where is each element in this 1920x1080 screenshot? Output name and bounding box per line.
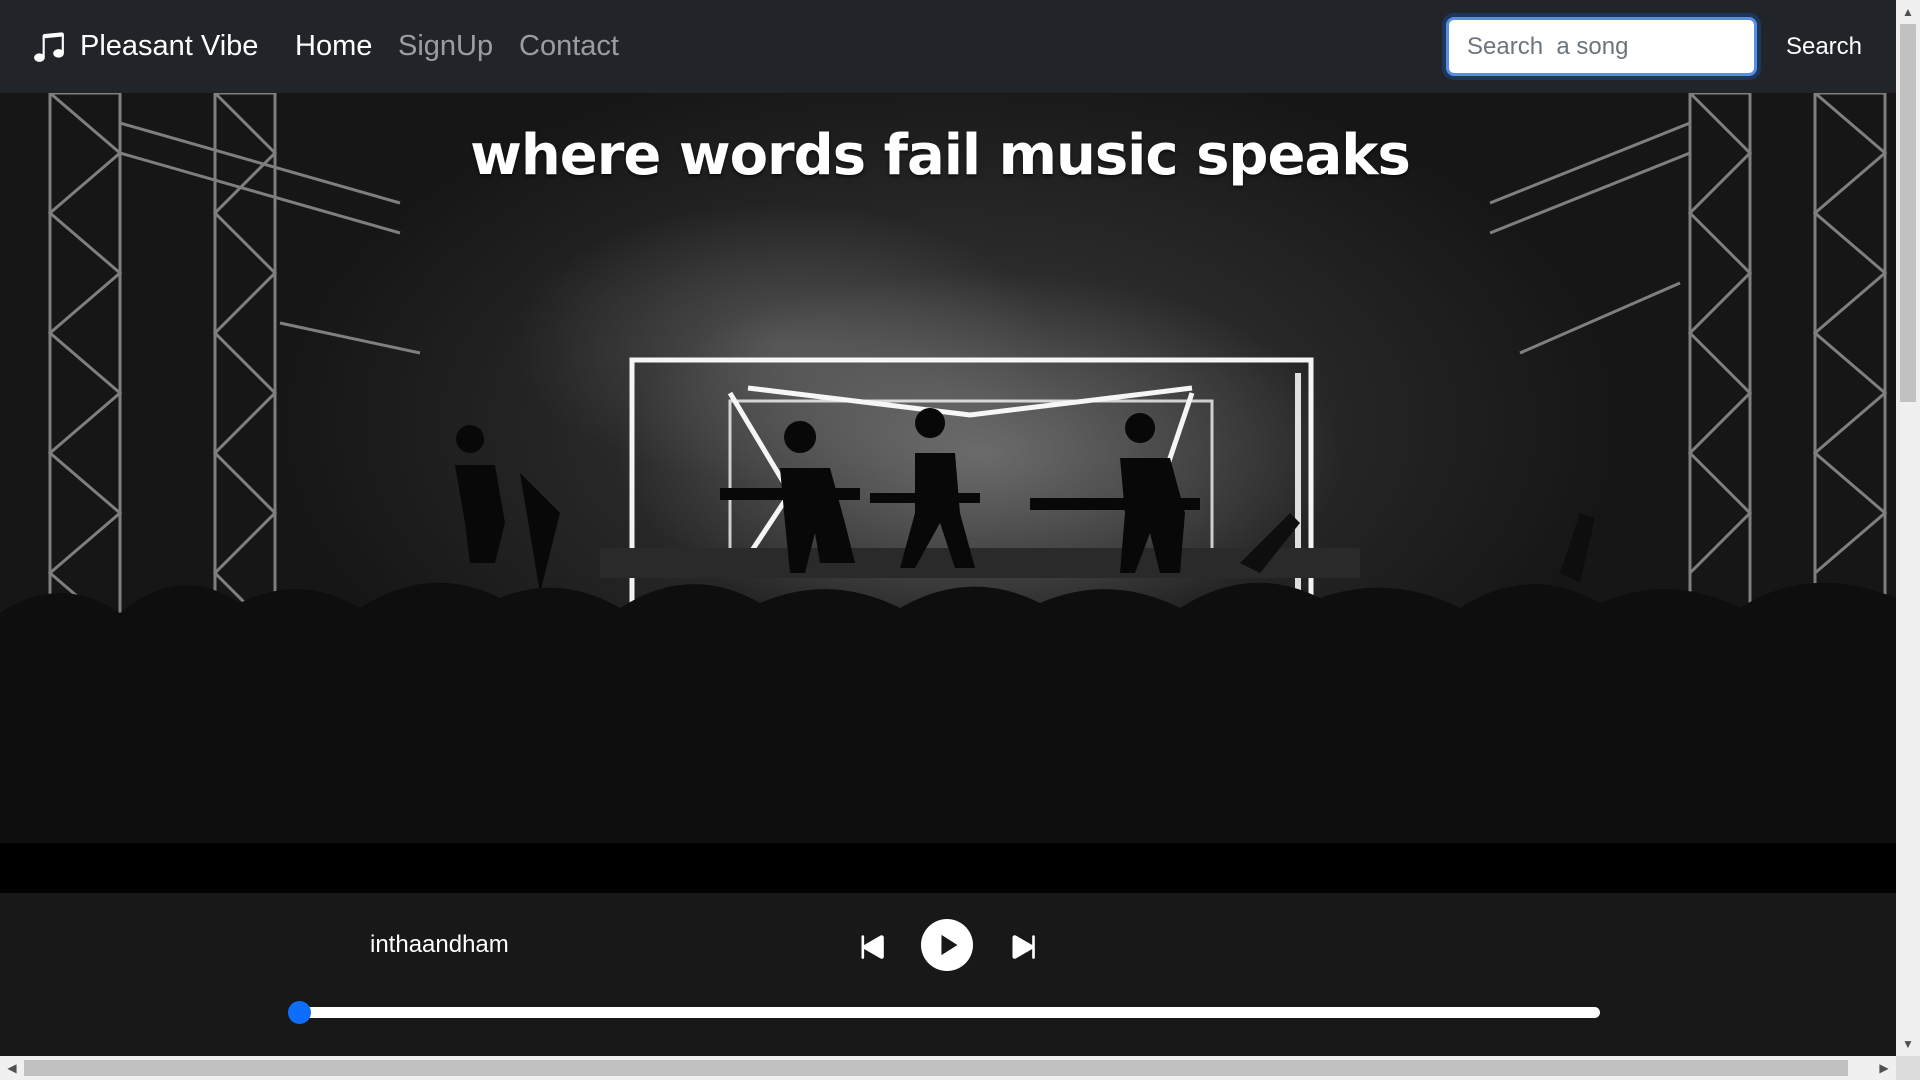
- scrollbar-corner: [1896, 1056, 1920, 1080]
- browser-viewport: Pleasant Vibe Home SignUp Contact Search: [0, 0, 1896, 1056]
- search-button[interactable]: Search: [1772, 17, 1876, 76]
- skip-back-icon[interactable]: [851, 926, 893, 968]
- scroll-down-arrow-icon[interactable]: ▼: [1896, 1032, 1920, 1056]
- play-icon[interactable]: [921, 919, 973, 971]
- progress-bar[interactable]: [288, 1001, 1600, 1024]
- brand-label: Pleasant Vibe: [80, 30, 259, 62]
- section-divider: [0, 843, 1896, 893]
- skip-forward-icon[interactable]: [1002, 926, 1044, 968]
- brand-link[interactable]: Pleasant Vibe: [32, 0, 258, 93]
- scroll-right-arrow-icon[interactable]: ▶: [1872, 1056, 1896, 1080]
- search-input[interactable]: [1446, 17, 1757, 76]
- hero-banner: where words fail music speaks: [0, 93, 1896, 843]
- concert-stage-image: [0, 93, 1896, 843]
- hero-heading: where words fail music speaks: [470, 123, 1411, 188]
- nav-link-contact[interactable]: Contact: [519, 0, 619, 93]
- nav-link-home[interactable]: Home: [295, 0, 372, 93]
- vertical-scrollbar[interactable]: ▲ ▼: [1896, 0, 1920, 1056]
- progress-thumb[interactable]: [288, 1001, 311, 1024]
- navbar: Pleasant Vibe Home SignUp Contact Search: [0, 0, 1896, 93]
- nav-link-signup[interactable]: SignUp: [398, 0, 493, 93]
- scroll-up-arrow-icon[interactable]: ▲: [1896, 0, 1920, 24]
- vertical-scroll-thumb[interactable]: [1900, 24, 1916, 402]
- horizontal-scroll-thumb[interactable]: [24, 1060, 1848, 1076]
- music-note-icon: [34, 31, 64, 62]
- horizontal-scrollbar[interactable]: ◀ ▶: [0, 1056, 1896, 1080]
- scroll-left-arrow-icon[interactable]: ◀: [0, 1056, 24, 1080]
- song-title: inthaandham: [370, 931, 509, 958]
- music-player: inthaandham: [0, 893, 1896, 1056]
